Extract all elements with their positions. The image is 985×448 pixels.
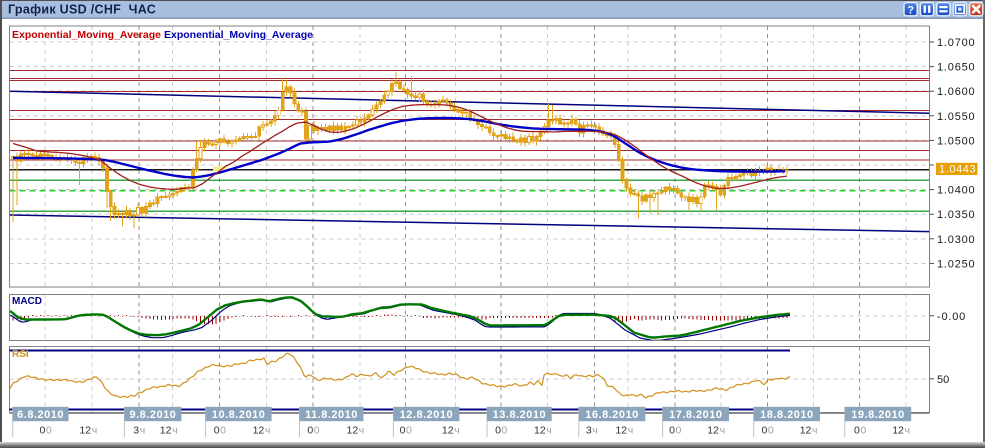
svg-text:19.8.2010: 19.8.2010 [851,409,904,421]
svg-text:3: 3 [586,425,592,437]
svg-text:16.8.2010: 16.8.2010 [585,409,638,421]
svg-text:0: 0 [676,425,682,437]
svg-text:12.8.2010: 12.8.2010 [400,409,453,421]
svg-text:12: 12 [534,425,546,437]
svg-text:0: 0 [307,425,313,437]
svg-text:0: 0 [669,425,675,437]
svg-text:1.0400: 1.0400 [937,185,975,197]
svg-text:11.8.2010: 11.8.2010 [305,409,358,421]
svg-text:MACD: MACD [12,296,42,307]
svg-text:9.8.2010: 9.8.2010 [129,409,176,421]
svg-text:?: ? [907,4,914,16]
svg-text:13.8.2010: 13.8.2010 [493,409,546,421]
svg-text:RSI: RSI [12,349,29,360]
svg-text:0: 0 [40,425,46,437]
svg-text:ч: ч [92,425,97,437]
svg-text:0: 0 [214,425,220,437]
svg-text:0: 0 [768,425,774,437]
svg-text:ч: ч [454,425,459,437]
svg-text:1.0500: 1.0500 [937,135,975,147]
svg-text:12: 12 [79,425,91,437]
svg-text:0: 0 [501,425,507,437]
svg-text:1.0650: 1.0650 [937,62,975,74]
svg-text:0: 0 [762,425,768,437]
svg-text:50: 50 [937,374,949,386]
svg-text:1.0350: 1.0350 [937,209,975,221]
svg-text:12: 12 [442,425,454,437]
svg-text:ч: ч [628,425,633,437]
svg-text:ч: ч [592,425,597,437]
svg-text:12: 12 [707,425,719,437]
svg-text:0: 0 [495,425,501,437]
svg-text:Exponential_Moving_Average: Exponential_Moving_Average [12,29,161,41]
svg-text:1.0600: 1.0600 [937,86,975,98]
svg-text:12: 12 [160,425,172,437]
svg-text:ч: ч [172,425,177,437]
svg-text:Exponential_Moving_Average: Exponential_Moving_Average [164,29,313,41]
svg-text:12: 12 [347,425,359,437]
svg-text:ч: ч [359,425,364,437]
svg-text:ч: ч [265,425,270,437]
svg-text:0: 0 [400,425,406,437]
svg-text:12: 12 [892,425,904,437]
svg-text:12: 12 [615,425,627,437]
svg-text:0: 0 [46,425,52,437]
svg-text:1.0250: 1.0250 [937,258,975,270]
svg-text:ч: ч [140,425,145,437]
svg-text:3: 3 [133,425,139,437]
svg-text:ч: ч [720,425,725,437]
svg-text:1.0443: 1.0443 [939,164,976,176]
svg-text:0: 0 [314,425,320,437]
svg-text:1.0550: 1.0550 [937,111,975,123]
svg-text:6.8.2010: 6.8.2010 [17,409,64,421]
svg-text:ч: ч [546,425,551,437]
svg-text:17.8.2010: 17.8.2010 [669,409,722,421]
svg-text:ч: ч [905,425,910,437]
svg-text:0: 0 [860,425,866,437]
svg-text:ч: ч [812,425,817,437]
svg-text:10.8.2010: 10.8.2010 [212,409,265,421]
svg-text:12: 12 [253,425,265,437]
svg-text:-0.00: -0.00 [937,311,966,323]
svg-text:1.0700: 1.0700 [937,37,975,49]
svg-text:18.8.2010: 18.8.2010 [760,409,813,421]
svg-text:0: 0 [406,425,412,437]
svg-text:0: 0 [220,425,226,437]
svg-text:0: 0 [854,425,860,437]
svg-text:12: 12 [800,425,812,437]
svg-text:1.0300: 1.0300 [937,234,975,246]
svg-text:График USD /CHF ЧАС: График USD /CHF ЧАС [8,3,156,17]
